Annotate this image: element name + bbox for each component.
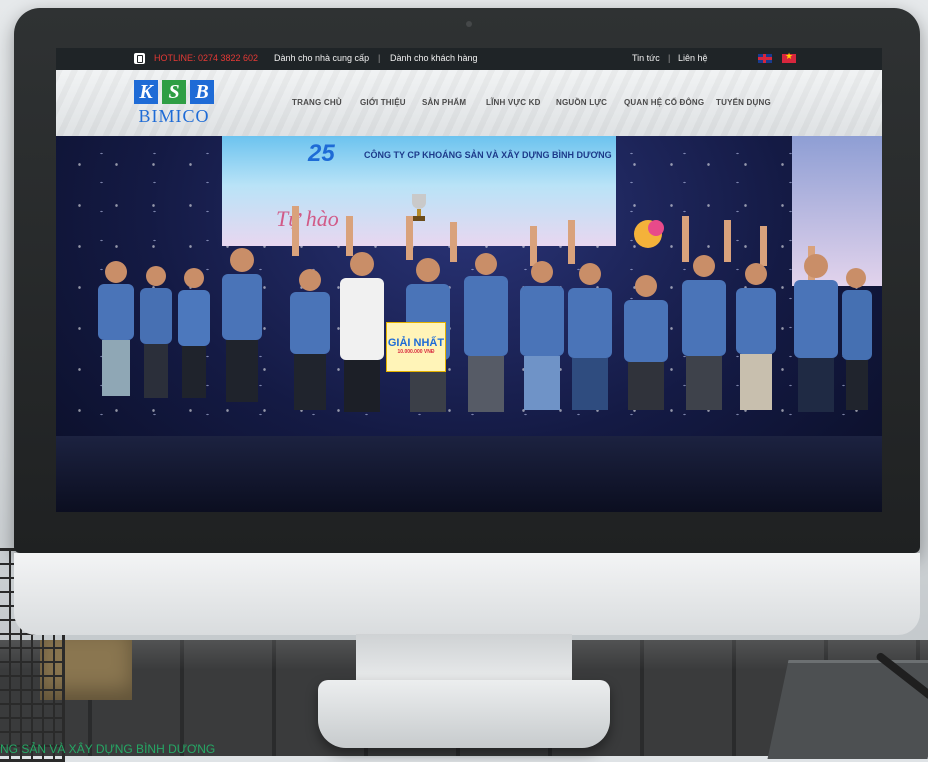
monitor-chin [14, 553, 920, 635]
logo-letter-s: S [162, 80, 186, 104]
top-bar: HOTLINE: 0274 3822 602 Dành cho nhà cung… [56, 48, 882, 70]
camera-icon [466, 21, 472, 27]
monitor-stand [318, 680, 610, 748]
logo-name: BIMICO [138, 106, 210, 126]
team-members [98, 248, 872, 412]
news-link[interactable]: Tin tức [632, 53, 660, 63]
hero-banner[interactable]: 25 CÔNG TY CP KHOÁNG SẢN VÀ XÂY DỰNG BÌN… [56, 136, 882, 512]
customer-link[interactable]: Dành cho khách hàng [390, 53, 478, 63]
hotline-text[interactable]: HOTLINE: 0274 3822 602 [154, 53, 258, 63]
trophy-icon [412, 194, 426, 221]
topbar-separator: | [378, 53, 381, 63]
prize-board: GIẢI NHẤT 10.000.000 VNĐ [386, 322, 446, 372]
vietnam-flag-icon[interactable] [782, 51, 796, 63]
logo-letter-k: K [134, 80, 158, 104]
prize-amount: 10.000.000 VNĐ [397, 349, 435, 355]
nav-item-home[interactable]: TRANG CHỦ [292, 98, 342, 107]
prize-title: GIẢI NHẤT [387, 337, 445, 349]
nav-item-about[interactable]: GIỚI THIỆU [360, 98, 406, 107]
nav-item-products[interactable]: SẢN PHẨM [422, 98, 466, 107]
nav-item-business[interactable]: LĨNH VỰC KD [486, 98, 541, 107]
topbar-separator: | [668, 53, 671, 63]
nav-item-resources[interactable]: NGUỒN LỰC [556, 98, 607, 107]
bottom-caption: NG SẢN VÀ XÂY DỰNG BÌNH DƯƠNG [0, 742, 216, 756]
supplier-link[interactable]: Dành cho nhà cung cấp [274, 53, 369, 63]
nav-item-shareholders[interactable]: QUAN HỆ CỔ ĐÔNG [624, 98, 704, 107]
main-navbar: K S B BIMICO TRANG CHỦ GIỚI THIỆU SẢN PH… [56, 70, 882, 136]
ksb-logo[interactable]: K S B BIMICO [134, 80, 214, 128]
uk-flag-icon[interactable] [758, 54, 772, 63]
nav-item-recruitment[interactable]: TUYỂN DỤNG [716, 98, 771, 107]
website-screen: HOTLINE: 0274 3822 602 Dành cho nhà cung… [56, 48, 882, 512]
phone-icon [134, 53, 145, 64]
contact-link[interactable]: Liên hệ [678, 53, 708, 63]
logo-letter-b: B [190, 80, 214, 104]
confetti [634, 220, 664, 248]
celebrating-team-photo [98, 206, 872, 412]
monitor-neck [356, 634, 572, 682]
